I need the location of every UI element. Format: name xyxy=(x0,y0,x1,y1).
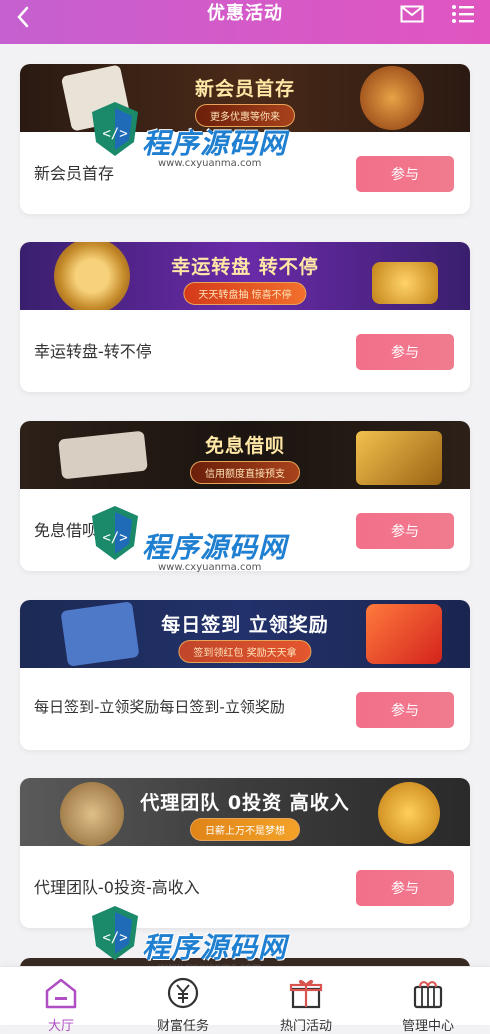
promotion-banner[interactable]: 新会员首存 更多优惠等你来 xyxy=(20,64,470,132)
promotion-banner[interactable]: 代理团队 0投资 高收入 日薪上万不是梦想 xyxy=(20,778,470,846)
banner-title: 代理团队 0投资 高收入 xyxy=(140,792,350,814)
banner-title: 幸运转盘 转不停 xyxy=(171,256,319,278)
banner-subtitle: 天天转盘抽 惊喜不停 xyxy=(183,282,307,305)
promotion-label: 幸运转盘-转不停 xyxy=(34,342,152,361)
banner-subtitle: 信用额度直接预支 xyxy=(190,461,300,484)
promotion-banner[interactable]: 每日签到 立领奖励 签到领红包 奖励天天拿 xyxy=(20,600,470,668)
banner-subtitle: 更多优惠等你来 xyxy=(195,104,295,127)
promotion-card: 每日签到 立领奖励 签到领红包 奖励天天拿 每日签到-立领奖励每日签到-立领奖励… xyxy=(20,600,470,750)
menu-button[interactable] xyxy=(449,2,477,26)
mail-button[interactable] xyxy=(398,2,426,26)
tab-label: 热门活动 xyxy=(279,1019,332,1034)
tab-label: 大厅 xyxy=(47,1019,74,1034)
promotion-label: 每日签到-立领奖励每日签到-立领奖励 xyxy=(34,698,285,716)
tab-label: 财富任务 xyxy=(156,1019,209,1034)
list-menu-icon xyxy=(452,5,474,23)
banner-subtitle: 日薪上万不是梦想 xyxy=(190,818,300,841)
banner-subtitle: 签到领红包 奖励天天拿 xyxy=(178,640,312,663)
svg-text:</>: </> xyxy=(102,930,127,946)
promotion-label: 免息借呗 xyxy=(34,521,99,540)
promotion-label: 新会员首存 xyxy=(34,164,115,183)
mail-icon xyxy=(400,5,424,23)
banner-title: 新会员首存 xyxy=(194,78,295,100)
yuan-coin-icon xyxy=(167,977,199,1009)
promotion-banner[interactable]: 幸运转盘 转不停 天天转盘抽 惊喜不停 xyxy=(20,242,470,310)
join-button[interactable]: 参与 xyxy=(356,156,454,192)
join-button[interactable]: 参与 xyxy=(356,870,454,906)
promotion-card: 新会员首存 更多优惠等你来 新会员首存 参与 xyxy=(20,64,470,214)
join-button[interactable]: 参与 xyxy=(356,513,454,549)
banner-title: 每日签到 立领奖励 xyxy=(161,614,329,636)
promotion-label: 代理团队-0投资-高收入 xyxy=(34,878,200,897)
join-button[interactable]: 参与 xyxy=(356,334,454,370)
tab-label: 管理中心 xyxy=(401,1019,454,1034)
home-icon xyxy=(45,978,77,1009)
gift-icon xyxy=(289,979,323,1009)
promotion-card: 免息借呗 信用额度直接预支 免息借呗 参与 xyxy=(20,421,470,571)
gift-box-icon xyxy=(413,981,443,1009)
promotion-card: 幸运转盘 转不停 天天转盘抽 惊喜不停 幸运转盘-转不停 参与 xyxy=(20,242,470,392)
promotion-card: 代理团队 0投资 高收入 日薪上万不是梦想 代理团队-0投资-高收入 参与 xyxy=(20,778,470,928)
tab-hot-events[interactable]: 热门活动 xyxy=(245,967,367,1034)
tab-wealth-task[interactable]: 财富任务 xyxy=(122,967,244,1034)
tab-management[interactable]: 管理中心 xyxy=(367,967,489,1034)
banner-title: 免息借呗 xyxy=(204,435,285,457)
bottom-tab-bar: 大厅 财富任务 热门活动 管理中心 xyxy=(0,966,490,1034)
tab-lobby[interactable]: 大厅 xyxy=(0,967,122,1034)
top-header: 优惠活动 xyxy=(0,0,490,44)
join-button[interactable]: 参与 xyxy=(356,692,454,728)
promotion-banner[interactable]: 免息借呗 信用额度直接预支 xyxy=(20,421,470,489)
